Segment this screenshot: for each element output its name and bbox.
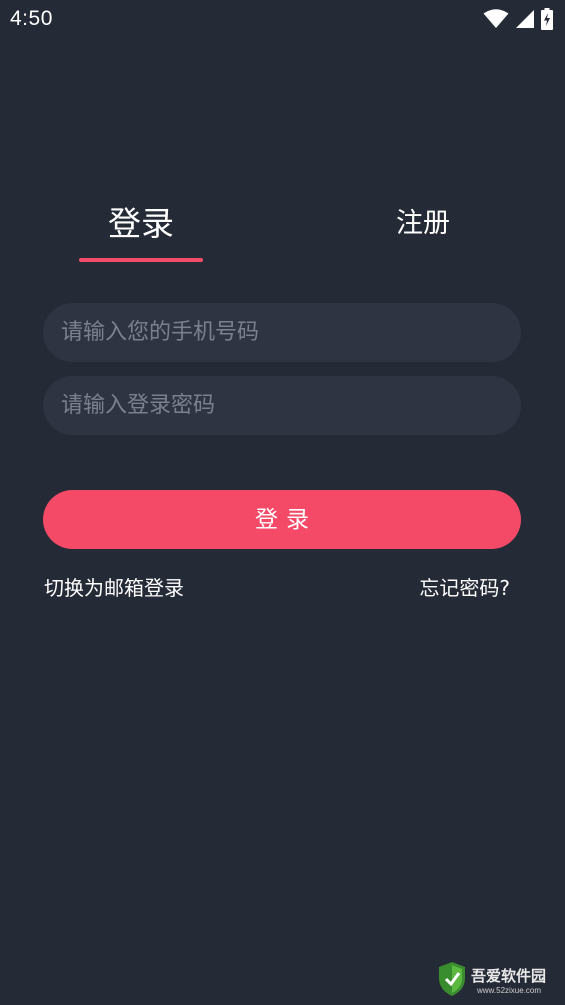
switch-to-email-login-link[interactable]: 切换为邮箱登录 (44, 572, 184, 601)
phone-input[interactable] (43, 303, 521, 362)
forgot-password-link[interactable]: 忘记密码? (419, 572, 510, 601)
status-bar: 4:50 (0, 0, 565, 40)
login-screen: 4:50 登录 注册 请输入您的手机号码 登录 切换为邮箱登录 忘记密码? 吾爱… (0, 0, 565, 1005)
tab-register[interactable]: 注册 (372, 200, 474, 250)
phone-field (43, 303, 521, 362)
shield-logo-icon (437, 961, 467, 1001)
password-input[interactable] (43, 376, 521, 435)
watermark: 吾爱软件园 www.52zixue.com (437, 959, 559, 1001)
login-button[interactable]: 登录 (43, 490, 521, 549)
status-icons (483, 8, 553, 30)
active-tab-indicator (79, 258, 203, 262)
watermark-text: 吾爱软件园 (471, 967, 547, 985)
tab-login[interactable]: 登录 (78, 200, 204, 250)
watermark-url: www.52zixue.com (477, 986, 542, 995)
password-field (43, 376, 521, 435)
wifi-icon (483, 9, 509, 29)
cellular-signal-icon (515, 9, 535, 29)
status-time: 4:50 (10, 7, 53, 30)
battery-charging-icon (541, 8, 553, 30)
